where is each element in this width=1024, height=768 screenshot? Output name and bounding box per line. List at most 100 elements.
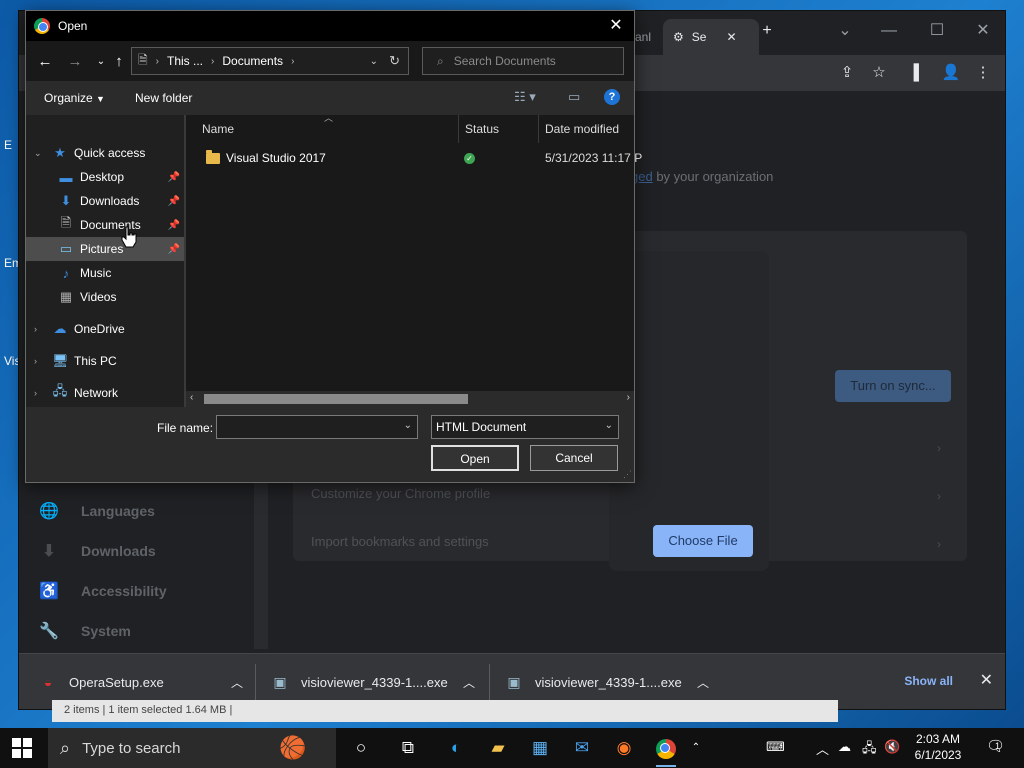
sidebar-item-label: System bbox=[81, 623, 131, 639]
bookmark-star-icon[interactable]: ☆ bbox=[867, 61, 891, 85]
sidebar-item-label: Music bbox=[80, 266, 112, 280]
volume-muted-icon[interactable]: 🔇 bbox=[884, 739, 900, 755]
task-view-icon[interactable]: ⧉ bbox=[395, 736, 421, 760]
profile-icon[interactable]: 👤 bbox=[939, 61, 963, 85]
file-type-select[interactable]: HTML Document ⌄ bbox=[431, 415, 619, 439]
sidebar-item-documents[interactable]: 🗎 Documents 📌 bbox=[26, 213, 184, 237]
explorer-status-bar: 2 items | 1 item selected 1.64 MB | bbox=[52, 700, 838, 722]
maximize-button[interactable]: ☐ bbox=[917, 19, 957, 43]
cancel-button[interactable]: Cancel bbox=[530, 445, 618, 471]
pin-icon: 📌 bbox=[167, 171, 180, 183]
file-name-field[interactable]: ⌄ bbox=[216, 415, 418, 439]
sidebar-item-pictures[interactable]: ▭ Pictures 📌 bbox=[26, 237, 184, 261]
chevron-up-icon[interactable]: ︿ bbox=[697, 674, 709, 691]
notification-center-icon[interactable]: 🗨1 bbox=[986, 737, 1010, 755]
organize-menu-button[interactable]: Organize ▼ bbox=[44, 91, 105, 105]
close-icon[interactable]: ✕ bbox=[980, 670, 993, 690]
show-all-button[interactable]: Show all bbox=[904, 674, 953, 688]
resize-grip-icon[interactable]: ⋰ bbox=[623, 469, 632, 480]
file-explorer-icon[interactable]: ▰ bbox=[485, 736, 511, 760]
tab-search-chevron-icon[interactable]: ⌄ bbox=[825, 19, 865, 43]
keyboard-icon[interactable]: ⌨ bbox=[766, 739, 785, 755]
new-folder-button[interactable]: New folder bbox=[135, 91, 192, 105]
column-header-name[interactable]: Name bbox=[186, 115, 459, 143]
open-button[interactable]: Open bbox=[431, 445, 519, 471]
share-icon[interactable]: ⇪ bbox=[835, 61, 859, 85]
onedrive-cloud-icon[interactable]: ☁ bbox=[838, 739, 851, 755]
address-bar[interactable]: 🗎 › This ... › Documents › ⌄ ↻ bbox=[131, 47, 409, 75]
choose-file-button[interactable]: Choose File bbox=[653, 525, 753, 557]
file-list: ︿ Name Status Date modified Visual Studi… bbox=[186, 113, 642, 407]
chevron-up-icon[interactable]: ︿ bbox=[463, 674, 475, 691]
expand-chevron-icon[interactable]: › bbox=[34, 324, 37, 334]
preview-pane-icon[interactable]: ▭ bbox=[568, 89, 580, 105]
sidebar-item-videos[interactable]: ▦ Videos bbox=[26, 285, 184, 309]
sidebar-item-quick-access[interactable]: ⌄ ★ Quick access bbox=[26, 141, 184, 165]
minimize-button[interactable]: — bbox=[869, 19, 909, 43]
search-input[interactable]: ⌕ Search Documents bbox=[422, 47, 624, 75]
open-file-dialog: Open ✕ ← → ⌄ ↑ 🗎 › This ... › Documents … bbox=[25, 10, 642, 483]
refresh-icon[interactable]: ↻ bbox=[389, 53, 400, 69]
menu-kebab-icon[interactable]: ⋮ bbox=[971, 61, 995, 85]
sidebar-item-onedrive[interactable]: › ☁ OneDrive bbox=[26, 317, 184, 341]
up-arrow-icon[interactable]: ↑ bbox=[108, 51, 130, 73]
chrome-tab-settings[interactable]: ⚙ Se ✕ bbox=[663, 19, 759, 55]
horizontal-scrollbar[interactable]: ‹ › bbox=[186, 391, 634, 407]
chrome-taskbar-icon[interactable] bbox=[653, 736, 679, 767]
expand-chevron-icon[interactable]: › bbox=[34, 388, 37, 398]
sidebar-item-this-pc[interactable]: › 🖥 This PC bbox=[26, 349, 184, 373]
firefox-icon[interactable]: ◉ bbox=[611, 736, 637, 760]
sidebar-item-downloads[interactable]: ⬇ Downloads bbox=[39, 541, 155, 561]
breadcrumb-documents[interactable]: Documents bbox=[222, 54, 283, 68]
tab-close-icon[interactable]: ✕ bbox=[726, 30, 736, 44]
expand-chevron-icon[interactable]: › bbox=[34, 356, 37, 366]
table-row[interactable]: Visual Studio 2017 ✓ 5/31/2023 11:17 P bbox=[186, 147, 642, 169]
column-header-date-modified[interactable]: Date modified bbox=[539, 115, 636, 143]
cortana-circle-icon[interactable]: ○ bbox=[348, 736, 374, 760]
taskbar-overflow-icon[interactable]: ⌃⌄ bbox=[688, 736, 704, 768]
side-panel-icon[interactable]: ▌ bbox=[907, 61, 931, 85]
chevron-up-icon[interactable]: ︿ bbox=[231, 674, 243, 691]
sidebar-item-languages[interactable]: 🌐 Languages bbox=[39, 501, 155, 521]
document-icon: 🗎 bbox=[138, 52, 148, 67]
turn-on-sync-button[interactable]: Turn on sync... bbox=[835, 370, 951, 402]
sidebar-item-system[interactable]: 🔧 System bbox=[39, 621, 131, 641]
desktop-icon-fragment[interactable]: E bbox=[4, 138, 12, 152]
chevron-right-icon: › bbox=[937, 441, 941, 455]
scrollbar-thumb[interactable] bbox=[204, 394, 468, 404]
back-arrow-icon[interactable]: ← bbox=[34, 51, 56, 73]
import-bookmarks-row[interactable]: Import bookmarks and settings bbox=[311, 534, 489, 549]
sidebar-item-music[interactable]: ♪ Music bbox=[26, 261, 184, 285]
search-placeholder: Search Documents bbox=[453, 54, 556, 68]
new-tab-button[interactable]: + bbox=[747, 19, 787, 43]
scroll-left-icon[interactable]: ‹ bbox=[190, 392, 193, 403]
sidebar-item-accessibility[interactable]: ♿ Accessibility bbox=[39, 581, 167, 601]
close-window-button[interactable]: ✕ bbox=[963, 19, 1003, 43]
column-header-status[interactable]: Status bbox=[459, 115, 539, 143]
scroll-right-icon[interactable]: › bbox=[627, 392, 630, 403]
dialog-footer: File name: ⌄ HTML Document ⌄ Open Cancel… bbox=[26, 407, 634, 482]
sidebar-item-network[interactable]: › 🖧 Network bbox=[26, 381, 184, 405]
sidebar-item-desktop[interactable]: ▬ Desktop 📌 bbox=[26, 165, 184, 189]
address-dropdown-chevron-icon[interactable]: ⌄ bbox=[370, 56, 378, 67]
pin-icon: 📌 bbox=[167, 219, 180, 231]
close-icon[interactable]: ✕ bbox=[602, 11, 630, 41]
sidebar-item-downloads[interactable]: ⬇ Downloads 📌 bbox=[26, 189, 184, 213]
forward-arrow-icon[interactable]: → bbox=[64, 51, 86, 73]
command-bar: Organize ▼ New folder ☷ ▾ ▭ ? bbox=[26, 81, 634, 115]
mail-icon[interactable]: ✉ bbox=[569, 736, 595, 760]
customize-profile-row[interactable]: Customize your Chrome profile bbox=[311, 486, 490, 501]
system-clock[interactable]: 2:03 AM 6/1/2023 bbox=[906, 731, 970, 763]
microsoft-store-icon[interactable]: ▦ bbox=[527, 736, 553, 760]
chrome-logo-icon bbox=[656, 738, 676, 759]
show-hidden-icons-chevron-icon[interactable]: ︿ bbox=[816, 739, 829, 758]
help-icon[interactable]: ? bbox=[604, 89, 620, 105]
network-status-icon[interactable]: 🖧 bbox=[862, 739, 877, 761]
search-highlight-basketball-icon[interactable]: 🏀 bbox=[258, 736, 328, 760]
view-options-icon[interactable]: ☷ ▾ bbox=[514, 89, 536, 105]
windows-start-icon[interactable] bbox=[12, 738, 32, 758]
expand-chevron-icon[interactable]: ⌄ bbox=[34, 148, 42, 159]
breadcrumb-this-pc[interactable]: This ... bbox=[167, 54, 203, 68]
edge-browser-icon[interactable]: ◐ bbox=[443, 736, 469, 760]
chevron-down-icon[interactable]: ⌄ bbox=[404, 420, 412, 431]
